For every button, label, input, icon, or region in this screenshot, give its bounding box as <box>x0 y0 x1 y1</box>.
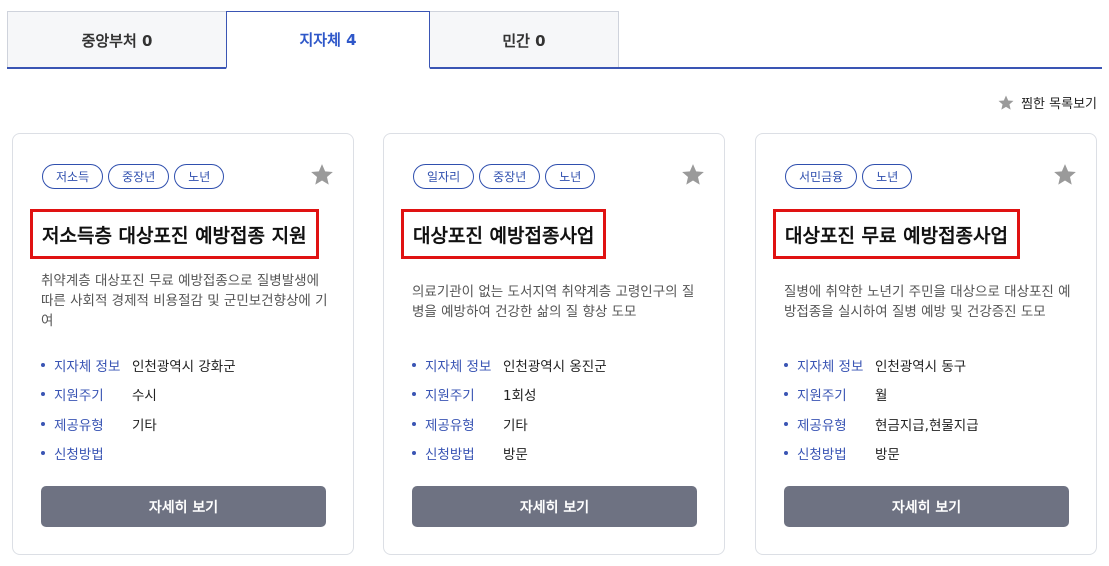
info-value: 기타 <box>503 417 528 434</box>
info-list: 지자체 정보 인천광역시 동구 지원주기 월 제공유형 현금지급,현물지급 신청방법 방… <box>784 350 1084 468</box>
info-value: 방문 <box>503 447 528 464</box>
favorite-star-icon[interactable] <box>1052 162 1078 188</box>
favorites-list-link[interactable]: 찜한 목록보기 <box>997 93 1097 112</box>
tab-private[interactable]: 민간 0 <box>429 11 619 69</box>
tabs-baseline <box>7 67 1102 69</box>
info-key: 신청방법 <box>425 447 475 464</box>
info-value: 인천광역시 동구 <box>875 358 967 375</box>
info-row: 지원주기 1회성 <box>412 380 712 410</box>
info-key: 신청방법 <box>54 447 104 464</box>
bullet <box>41 421 45 426</box>
info-value: 인천광역시 옹진군 <box>503 358 607 375</box>
bullet <box>412 451 416 456</box>
info-row: 지원주기 수시 <box>41 380 341 410</box>
info-key: 지원주기 <box>54 388 104 405</box>
tag: 중장년 <box>479 164 541 189</box>
tab-central-ministry[interactable]: 중앙부처 0 <box>7 11 227 69</box>
bullet <box>784 421 788 426</box>
info-list: 지자체 정보 인천광역시 옹진군 지원주기 1회성 제공유형 기타 신청방법 방문 <box>412 350 712 468</box>
bullet <box>412 362 416 367</box>
info-key: 제공유형 <box>54 417 104 434</box>
view-details-button[interactable]: 자세히 보기 <box>412 486 697 527</box>
tag: 노년 <box>174 164 225 189</box>
card-description: 취약계층 대상포진 무료 예방접종으로 질병발생에 따른 사회적 경제적 비용절… <box>41 273 328 329</box>
info-row: 지자체 정보 인천광역시 옹진군 <box>412 350 712 380</box>
info-row: 제공유형 기타 <box>412 409 712 439</box>
category-tabs: 중앙부처 0 지자체 4 민간 0 <box>7 11 1102 69</box>
info-key: 지원주기 <box>797 388 847 405</box>
info-value: 인천광역시 강화군 <box>132 358 236 375</box>
tag: 노년 <box>545 164 596 189</box>
bullet <box>784 451 788 456</box>
info-row: 신청방법 방문 <box>412 439 712 469</box>
welfare-card: 서민금융 노년 대상포진 무료 예방접종사업 질병에 취약한 노년기 주민을 대… <box>755 133 1097 555</box>
card-title[interactable]: 대상포진 예방접종사업 <box>401 209 607 259</box>
favorites-link-label: 찜한 목록보기 <box>1021 97 1097 112</box>
tag: 일자리 <box>413 164 475 189</box>
tag-list: 일자리 중장년 노년 <box>413 164 596 189</box>
card-title[interactable]: 대상포진 무료 예방접종사업 <box>773 209 1020 259</box>
welfare-card: 일자리 중장년 노년 대상포진 예방접종사업 의료기관이 없는 도서지역 취약계… <box>383 133 725 555</box>
tag: 노년 <box>862 164 913 189</box>
info-list: 지자체 정보 인천광역시 강화군 지원주기 수시 제공유형 기타 신청방법 <box>41 350 341 468</box>
view-details-button[interactable]: 자세히 보기 <box>784 486 1069 527</box>
bullet <box>784 392 788 397</box>
info-row: 신청방법 <box>41 439 341 469</box>
card-description: 질병에 취약한 노년기 주민을 대상으로 대상포진 예방접종을 실시하여 질병 … <box>784 284 1071 320</box>
tag: 저소득 <box>42 164 104 189</box>
info-row: 지원주기 월 <box>784 380 1084 410</box>
info-key: 지자체 정보 <box>425 358 492 375</box>
view-details-button[interactable]: 자세히 보기 <box>41 486 326 527</box>
card-title[interactable]: 저소득층 대상포진 예방접종 지원 <box>30 209 319 259</box>
info-key: 제공유형 <box>425 417 475 434</box>
card-description: 의료기관이 없는 도서지역 취약계층 고령인구의 질병을 예방하여 건강한 삶의… <box>412 284 695 320</box>
info-key: 신청방법 <box>797 447 847 464</box>
bullet <box>41 392 45 397</box>
star-icon <box>998 95 1014 110</box>
info-value: 방문 <box>875 447 900 464</box>
info-value: 1회성 <box>503 388 537 405</box>
info-value: 현금지급,현물지급 <box>875 417 979 434</box>
favorite-star-icon[interactable] <box>309 162 335 188</box>
tab-local-government[interactable]: 지자체 4 <box>226 11 430 69</box>
bullet <box>41 362 45 367</box>
info-value: 수시 <box>132 388 157 405</box>
tag: 중장년 <box>108 164 170 189</box>
bullet <box>412 421 416 426</box>
tag: 서민금융 <box>785 164 858 189</box>
info-key: 지원주기 <box>425 388 475 405</box>
info-row: 신청방법 방문 <box>784 439 1084 469</box>
info-key: 지자체 정보 <box>797 358 864 375</box>
info-row: 지자체 정보 인천광역시 강화군 <box>41 350 341 380</box>
favorite-star-icon[interactable] <box>680 162 706 188</box>
bullet <box>41 451 45 456</box>
info-row: 제공유형 현금지급,현물지급 <box>784 409 1084 439</box>
info-value: 기타 <box>132 417 157 434</box>
welfare-card: 저소득 중장년 노년 저소득층 대상포진 예방접종 지원 취약계층 대상포진 무… <box>12 133 354 555</box>
bullet <box>784 362 788 367</box>
info-row: 제공유형 기타 <box>41 409 341 439</box>
info-key: 제공유형 <box>797 417 847 434</box>
tag-list: 서민금융 노년 <box>785 164 913 189</box>
info-value: 월 <box>875 388 888 405</box>
info-row: 지자체 정보 인천광역시 동구 <box>784 350 1084 380</box>
tag-list: 저소득 중장년 노년 <box>42 164 225 189</box>
info-key: 지자체 정보 <box>54 358 121 375</box>
bullet <box>412 392 416 397</box>
